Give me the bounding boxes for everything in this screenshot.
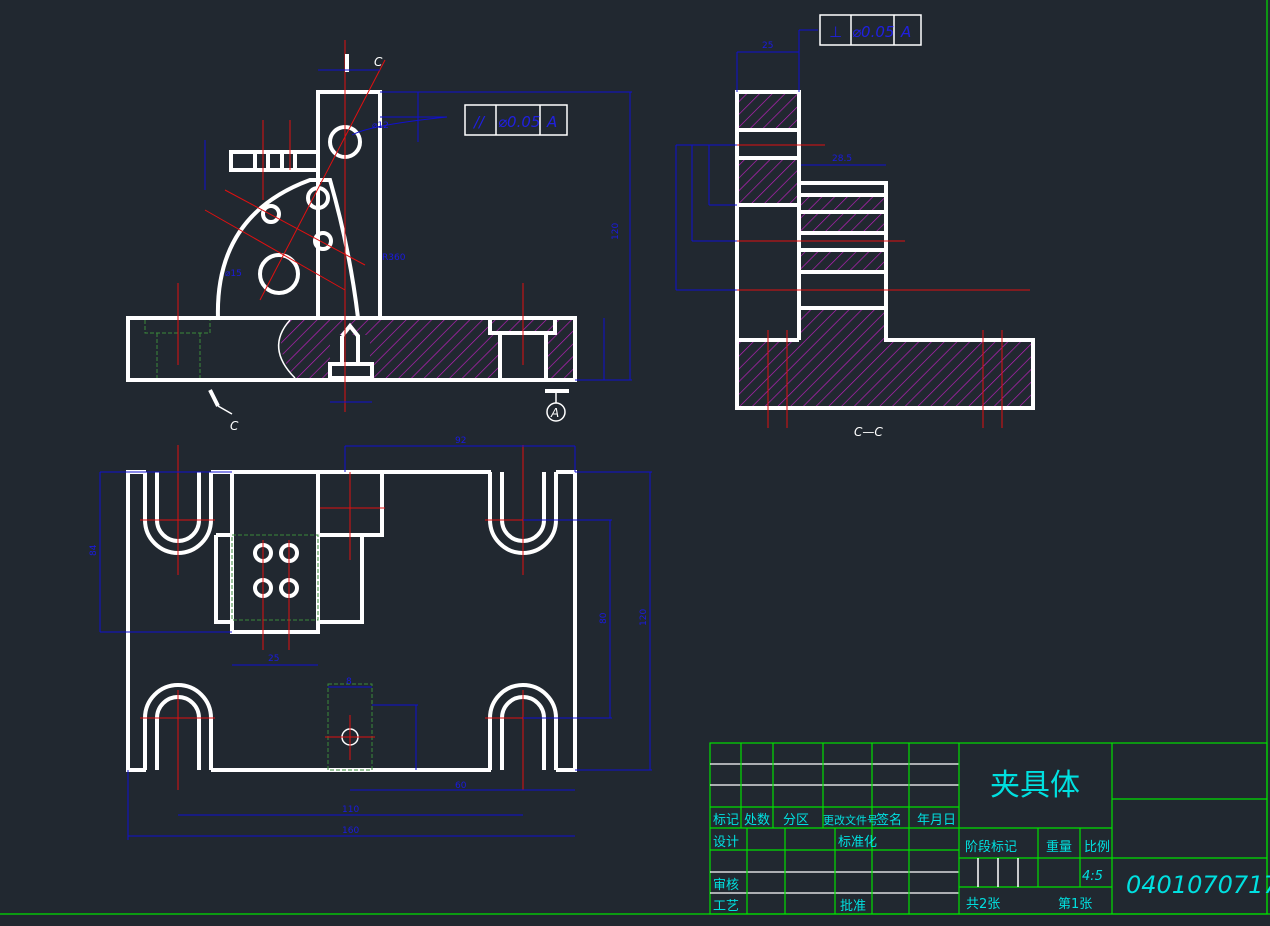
scale-label: 比例 xyxy=(1084,840,1110,855)
row-standard: 标准化 xyxy=(838,835,877,850)
part-name: 夹具体 xyxy=(990,768,1080,803)
svg-text:A: A xyxy=(550,406,559,420)
sheet-current: 第1张 xyxy=(1058,897,1092,912)
weight-label: 重量 xyxy=(1046,839,1072,855)
section-label: C—C xyxy=(854,425,883,439)
section-mark-top: C xyxy=(374,55,383,69)
dim-centers: 110 xyxy=(342,805,359,815)
dim-top: 92 xyxy=(455,436,466,446)
header-mark: 标记 xyxy=(713,813,739,828)
svg-text:⌀0.05: ⌀0.05 xyxy=(498,113,540,131)
dim-step: 28.5 xyxy=(832,154,852,164)
dim-height: 120 xyxy=(611,223,621,240)
dim-width: 25 xyxy=(762,41,773,51)
header-date: 年月日 xyxy=(917,813,956,828)
header-zone: 分区 xyxy=(783,813,809,828)
svg-text:A: A xyxy=(900,23,911,41)
row-process: 工艺 xyxy=(713,899,739,914)
section-mark-bottom: C xyxy=(230,419,239,433)
svg-text:⌀0.05: ⌀0.05 xyxy=(852,23,894,41)
rib xyxy=(215,178,360,319)
stage-mark-label: 阶段标记 xyxy=(965,840,1017,855)
dim-left: 84 xyxy=(89,544,99,556)
dim-pocket: 25 xyxy=(268,654,279,664)
row-review: 审核 xyxy=(713,878,739,893)
svg-text:⊥: ⊥ xyxy=(829,23,842,41)
drawing-number: 0401070717 xyxy=(1126,871,1270,899)
perpendicularity-tolerance-frame: ⊥ ⌀0.05 A xyxy=(819,14,922,46)
title-block: 标记 处数 分区 更改文件号 签名 年月日 设计 标准化 审核 工艺 批准 夹具… xyxy=(709,742,1270,915)
dim-right-outer: 120 xyxy=(639,609,649,626)
section-view-c-c: 25 28.5 ⊥ ⌀0.05 A C—C xyxy=(675,14,1035,439)
dim-large-hole: ⌀15 xyxy=(225,269,242,279)
dim-hole-dia: ⌀12 xyxy=(372,121,389,131)
svg-text://: // xyxy=(472,113,486,131)
header-change-doc: 更改文件号 xyxy=(823,813,878,827)
dim-radius: R360 xyxy=(382,253,406,263)
header-signature: 签名 xyxy=(876,812,902,828)
row-design: 设计 xyxy=(713,835,739,850)
parallelism-tolerance-frame: // ⌀0.05 A xyxy=(464,104,568,136)
dim-offset: 60 xyxy=(455,781,467,791)
cad-drawing: C C 120 ⌀12 ⌀15 R360 // ⌀0.05 A A 25 28.… xyxy=(0,0,1270,915)
top-view: 92 84 80 120 25 8 60 110 160 xyxy=(89,436,652,840)
sheets-total: 共2张 xyxy=(966,897,1000,912)
dim-pin: 8 xyxy=(346,677,352,687)
front-view: C C 120 ⌀12 ⌀15 R360 // ⌀0.05 A A xyxy=(126,40,632,433)
svg-text:A: A xyxy=(546,113,557,131)
scale-value: 4:5 xyxy=(1082,869,1103,884)
dim-right-inner: 80 xyxy=(599,612,609,624)
dim-overall: 160 xyxy=(342,826,359,836)
header-count: 处数 xyxy=(744,813,770,828)
row-approve: 批准 xyxy=(840,899,866,914)
datum-a-symbol: A xyxy=(545,389,569,422)
